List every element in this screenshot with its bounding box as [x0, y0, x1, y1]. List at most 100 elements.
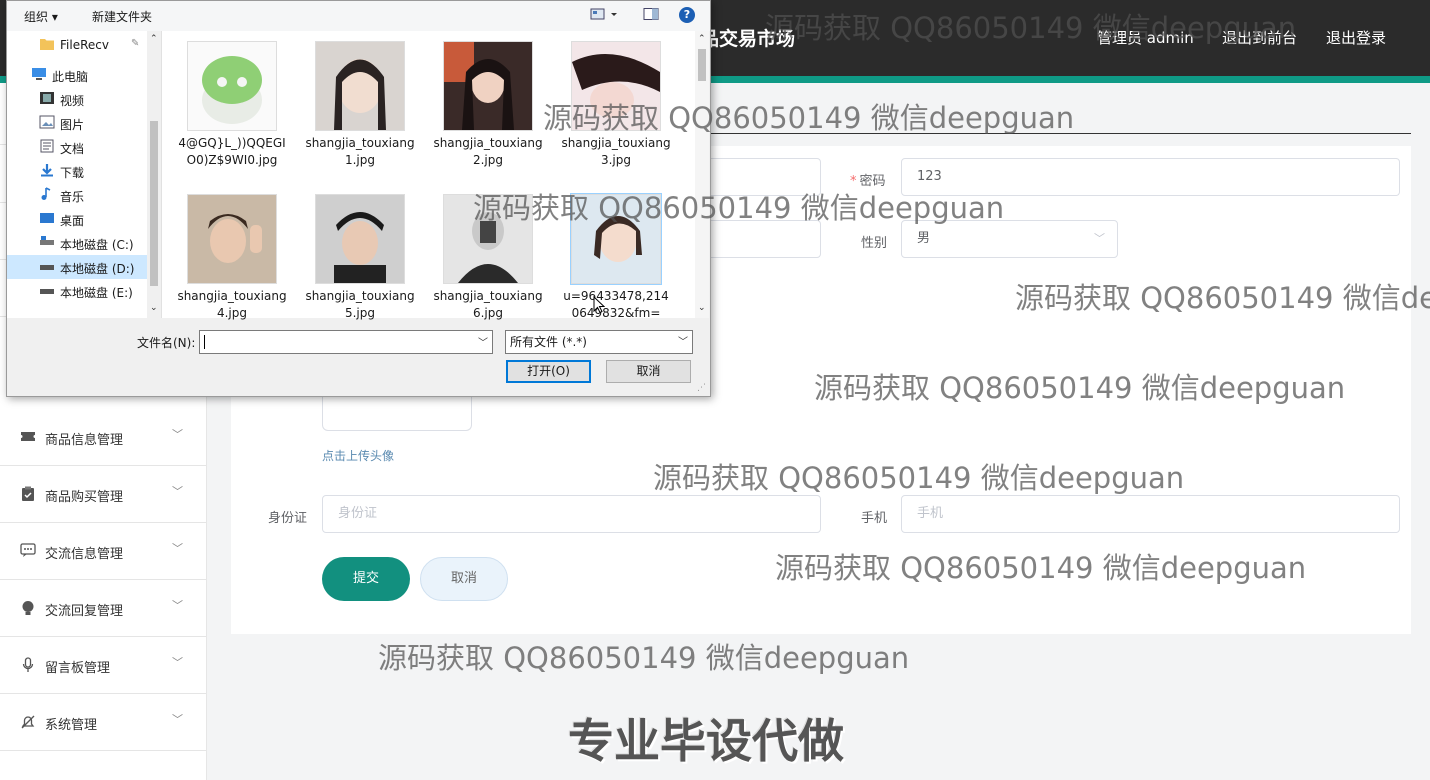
sidebar-item-label: 交流回复管理	[45, 604, 124, 619]
nav-item-pictures[interactable]: 图片	[7, 111, 147, 135]
ticket-icon	[20, 429, 36, 445]
chat-icon	[20, 543, 36, 559]
nav-item-label: 音乐	[60, 190, 85, 204]
sidebar-item-message-board[interactable]: 留言板管理 ﹀	[0, 638, 206, 694]
bell-off-icon	[20, 714, 36, 730]
mouse-cursor-icon	[593, 295, 606, 318]
view-mode-icon[interactable]	[590, 7, 620, 24]
picture-icon	[39, 115, 55, 129]
cancel-button[interactable]: 取消	[420, 557, 508, 601]
chevron-down-icon: ﹀	[678, 337, 688, 348]
nav-item-filerecv[interactable]: FileRecv ✎	[7, 33, 147, 57]
file-item[interactable]: shangjia_touxiang2.jpg	[428, 41, 548, 169]
chevron-down-icon[interactable]: ﹀	[478, 334, 488, 349]
submit-button[interactable]: 提交	[322, 557, 410, 601]
file-item[interactable]: shangjia_touxiang4.jpg	[172, 194, 292, 322]
phone-label: 手机	[861, 511, 888, 526]
gender-label: 性别	[861, 236, 888, 251]
chevron-down-icon: ﹀	[172, 599, 183, 612]
resize-grip-icon[interactable]: ⋰	[697, 383, 706, 393]
sidebar-item-purchase[interactable]: 商品购买管理 ﹀	[0, 467, 206, 523]
scroll-up-icon[interactable]: ⌃	[698, 34, 706, 44]
sidebar-item-label: 商品购买管理	[45, 490, 124, 505]
microphone-icon	[20, 657, 36, 673]
id-card-field[interactable]: 身份证	[322, 495, 821, 533]
file-name: shangjia_touxiang5.jpg	[305, 289, 415, 320]
nav-scrollbar[interactable]: ⌃ ⌄	[147, 31, 161, 318]
dialog-cancel-button[interactable]: 取消	[606, 360, 691, 383]
file-name: shangjia_touxiang2.jpg	[433, 136, 543, 167]
file-thumbnail	[443, 41, 533, 131]
organize-button[interactable]: 组织 ▾	[24, 8, 58, 25]
nav-item-label: 本地磁盘 (E:)	[60, 286, 133, 300]
id-card-label: 身份证	[268, 511, 308, 526]
file-thumbnail	[315, 41, 405, 131]
document-icon	[39, 139, 55, 153]
file-type-select[interactable]: 所有文件 (*.*) ﹀	[505, 330, 693, 354]
nav-item-drive-c[interactable]: 本地磁盘 (C:)	[7, 231, 147, 255]
gender-value: 男	[917, 231, 931, 246]
nav-item-label: 视频	[60, 94, 85, 108]
nav-item-video[interactable]: 视频	[7, 87, 147, 111]
sidebar-item-label: 商品信息管理	[45, 433, 124, 448]
preview-pane-icon[interactable]	[643, 7, 659, 24]
nav-item-label: 下载	[60, 166, 85, 180]
file-thumbnail	[187, 194, 277, 284]
sidebar-item-system[interactable]: 系统管理 ﹀	[0, 695, 206, 751]
file-item[interactable]: 4@GQ}L_))QQEGIO0)Z$9WI0.jpg	[172, 41, 292, 169]
upload-avatar-tip[interactable]: 点击上传头像	[322, 447, 394, 464]
drive-icon	[39, 259, 55, 273]
sidebar-item-label: 留言板管理	[45, 661, 111, 676]
sidebar-item-label: 系统管理	[45, 718, 98, 733]
watermark-text: 源码获取 QQ86050149 微信deepguan	[814, 371, 1346, 405]
nav-item-music[interactable]: 音乐	[7, 183, 147, 207]
sidebar-item-reply[interactable]: 交流回复管理 ﹀	[0, 581, 206, 637]
watermark-text: 源码获取 QQ86050149 微信deepguan	[775, 551, 1307, 585]
new-folder-button[interactable]: 新建文件夹	[92, 8, 152, 25]
navigation-pane: FileRecv ✎ 此电脑 视频 图片 文档 下载 音乐 桌面 本地磁盘 (C…	[7, 31, 162, 318]
scroll-up-icon[interactable]: ⌃	[150, 34, 158, 44]
file-item[interactable]: shangjia_touxiang5.jpg	[300, 194, 420, 322]
watermark-text: 源码获取 QQ86050149 微信deepguan	[653, 461, 1185, 495]
drive-icon	[39, 283, 55, 297]
avatar-upload-box[interactable]	[322, 395, 472, 431]
sidebar-item-exchange[interactable]: 交流信息管理 ﹀	[0, 524, 206, 580]
watermark-text: 源码获取 QQ86050149 微信deepguan	[543, 101, 1075, 135]
chevron-down-icon: ﹀	[1094, 232, 1105, 245]
logout-link[interactable]: 退出登录	[1326, 27, 1386, 48]
chevron-down-icon: ﹀	[172, 542, 183, 555]
file-name: shangjia_touxiang4.jpg	[177, 289, 287, 320]
file-item[interactable]: shangjia_touxiang1.jpg	[300, 41, 420, 169]
open-button[interactable]: 打开(O)	[506, 360, 591, 383]
nav-item-desktop[interactable]: 桌面	[7, 207, 147, 231]
watermark-text: 源码获取 QQ86050149 微信deepguan	[1015, 281, 1430, 315]
bulb-icon	[20, 600, 36, 616]
scroll-down-icon[interactable]: ⌄	[150, 303, 158, 313]
filename-input[interactable]: ﹀	[199, 330, 493, 354]
download-icon	[39, 163, 55, 177]
nav-item-downloads[interactable]: 下载	[7, 159, 147, 183]
scroll-down-icon[interactable]: ⌄	[698, 303, 706, 313]
nav-scrollbar-thumb[interactable]	[150, 121, 158, 286]
nav-item-documents[interactable]: 文档	[7, 135, 147, 159]
file-thumbnail	[187, 41, 277, 131]
phone-field[interactable]: 手机	[901, 495, 1400, 533]
file-name: 4@GQ}L_))QQEGIO0)Z$9WI0.jpg	[178, 136, 286, 167]
nav-item-this-pc[interactable]: 此电脑	[7, 63, 147, 87]
nav-item-drive-e[interactable]: 本地磁盘 (E:)	[7, 279, 147, 303]
sidebar-item-label: 交流信息管理	[45, 547, 124, 562]
watermark-text: 源码获取 QQ86050149 微信deepguan	[765, 11, 1297, 45]
text-caret	[204, 335, 205, 349]
nav-item-label: 本地磁盘 (C:)	[60, 238, 134, 252]
watermark-text: 源码获取 QQ86050149 微信deepguan	[378, 641, 910, 675]
desktop-icon	[39, 211, 55, 225]
drive-icon	[39, 235, 55, 249]
nav-item-drive-d[interactable]: 本地磁盘 (D:)	[7, 255, 147, 279]
file-grid-scrollbar[interactable]: ⌃ ⌄	[695, 31, 709, 318]
help-icon[interactable]: ?	[679, 7, 695, 23]
nav-item-label: 桌面	[60, 214, 85, 228]
file-grid-scrollbar-thumb[interactable]	[698, 49, 706, 81]
nav-item-label: 此电脑	[52, 70, 89, 84]
file-grid: 4@GQ}L_))QQEGIO0)Z$9WI0.jpg shangjia_tou…	[162, 31, 695, 320]
sidebar-item-goods[interactable]: 商品信息管理 ﹀	[0, 410, 206, 466]
